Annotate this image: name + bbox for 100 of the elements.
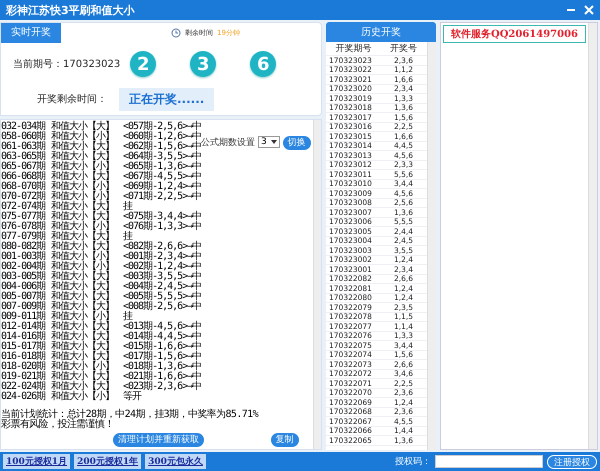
log-result: <060期-1,2,6>→中: [123, 132, 201, 142]
log-period: 019-021期: [1, 372, 46, 382]
log-period: 001-003期: [1, 252, 46, 262]
log-plan: 和值大小【小】: [51, 132, 115, 142]
log-period: 014-016期: [1, 332, 46, 342]
column-header: 开奖期号: [334, 42, 372, 55]
log-plan: 和值大小【小】: [51, 192, 115, 202]
log-result: <065期-1,3,6>→中: [123, 162, 201, 172]
register-button[interactable]: 注册授权: [547, 454, 597, 468]
log-period: 004-006期: [1, 282, 46, 292]
switch-button[interactable]: 切换: [282, 136, 311, 150]
log-period: 022-024期: [1, 382, 46, 392]
license-link[interactable]: 100元授权1月: [3, 454, 70, 469]
log-plan: 和值大小【大】: [51, 382, 115, 392]
log-plan: 和值大小【小】: [51, 222, 115, 232]
history-tab[interactable]: 历史开奖: [326, 22, 436, 42]
log-period: 018-020期: [1, 362, 46, 372]
log-plan: 和值大小【小】: [51, 182, 115, 192]
log-plan: 和值大小【大】: [51, 272, 115, 282]
log-period: 003-005期: [1, 272, 46, 282]
copy-button[interactable]: 复制: [270, 433, 299, 447]
window-title: 彩神江苏快3平刷和值大小: [6, 2, 136, 18]
code-label: 授权码：: [395, 456, 431, 468]
log-plan: 和值大小【大】: [51, 242, 115, 252]
log-period: 068-070期: [1, 182, 46, 192]
log-plan: 和值大小【大】: [51, 122, 115, 132]
log-period: 066-068期: [1, 172, 46, 182]
log-period: 063-065期: [1, 152, 46, 162]
log-period: 058-060期: [1, 132, 46, 142]
log-plan: 和值大小【大】: [51, 372, 115, 382]
log-period: 075-077期: [1, 212, 46, 222]
log-period: 076-078期: [1, 222, 46, 232]
log-plan: 和值大小【小】: [51, 162, 115, 172]
log-result: <008期-2,5,6>→中: [123, 302, 201, 312]
log-result: <062期-1,5,6>→中: [123, 142, 201, 152]
log-result: 等开: [123, 392, 142, 402]
log-result: <001期-2,3,4>→中: [123, 252, 201, 262]
number-ball: 3: [190, 51, 216, 77]
log-plan: 和值大小【大】: [51, 172, 115, 182]
log-result: <021期-1,6,6>→中: [123, 372, 201, 382]
log-period: 009-011期: [1, 312, 46, 322]
log-plan: 和值大小【大】: [51, 292, 115, 302]
period-number: 170323023: [63, 58, 120, 70]
live-draw-tab[interactable]: 实时开奖: [1, 23, 61, 43]
log-plan: 和值大小【大】: [51, 212, 115, 222]
log-result: <003期-3,5,5>→中: [123, 272, 201, 282]
service-text: 软件服务QQ2061497006: [443, 25, 586, 43]
log-plan: 和值大小【小】: [51, 252, 115, 262]
log-period: 005-007期: [1, 292, 46, 302]
log-plan: 和值大小【大】: [51, 202, 115, 212]
log-result: <023期-2,3,6>→中: [123, 382, 201, 392]
period-select[interactable]: 3: [258, 136, 280, 148]
log-period: 065-067期: [1, 162, 46, 172]
log-result: <004期-2,4,5>→中: [123, 282, 201, 292]
log-plan: 和值大小【小】: [51, 262, 115, 272]
log-period: 002-004期: [1, 262, 46, 272]
log-result: <071期-2,2,5>→中: [123, 192, 201, 202]
number-ball: 6: [250, 51, 276, 77]
refresh-plan-button[interactable]: 清理计划并重新获取: [113, 433, 204, 447]
period-label: 当前期号：: [13, 58, 63, 71]
log-result: <018期-1,3,6>→中: [123, 362, 201, 372]
log-result: <069期-1,2,4>→中: [123, 182, 201, 192]
log-plan: 和值大小【大】: [51, 282, 115, 292]
setting-label: 公式期数设置: [201, 136, 255, 149]
log-period: 015-017期: [1, 342, 46, 352]
log-result: 挂: [123, 202, 132, 212]
number-ball: 2: [130, 51, 156, 77]
log-period: 016-018期: [1, 352, 46, 362]
log-result: <017期-1,5,6>→中: [123, 352, 201, 362]
log-plan: 和值大小【大】: [51, 342, 115, 352]
log-plan: 和值大小【大】: [51, 232, 115, 242]
log-period: 072-074期: [1, 202, 46, 212]
log-result: <014期-4,4,5>→中: [123, 332, 201, 342]
remaining-label: 开奖剩余时间：: [37, 92, 107, 106]
log-result: <076期-1,3,3>→中: [123, 222, 201, 232]
log-result: <064期-3,5,5>→中: [123, 152, 201, 162]
log-period: 070-072期: [1, 192, 46, 202]
log-plan: 和值大小【大】: [51, 322, 115, 332]
log-period: 024-026期: [1, 392, 46, 402]
log-plan: 和值大小【大】: [51, 302, 115, 312]
log-plan: 和值大小【大】: [51, 142, 115, 152]
license-link[interactable]: 200元授权1年: [74, 454, 142, 469]
log-period: 080-082期: [1, 242, 46, 252]
log-plan: 和值大小【大】: [51, 152, 115, 162]
license-link[interactable]: 300元包永久: [145, 454, 206, 469]
log-period: 032-034期: [1, 122, 46, 132]
stats-text: 彩票有风险，投注需谨慎！: [1, 420, 115, 430]
log-result: 挂: [123, 312, 132, 322]
log-plan: 和值大小【小】: [51, 312, 115, 322]
log-plan: 和值大小【小】: [51, 362, 115, 372]
log-result: <067期-4,5,5>→中: [123, 172, 201, 182]
log-plan: 和值大小【大】: [51, 332, 115, 342]
log-result: <015期-1,6,6>→中: [123, 342, 201, 352]
log-result: <013期-4,5,6>→中: [123, 322, 201, 332]
log-result: <005期-5,5,5>→中: [123, 292, 201, 302]
log-period: 012-014期: [1, 322, 46, 332]
log-period: 061-063期: [1, 142, 46, 152]
draw-status: 正在开奖......: [119, 88, 214, 110]
log-result: 挂: [123, 232, 132, 242]
log-plan: 和值大小【大】: [51, 352, 115, 362]
